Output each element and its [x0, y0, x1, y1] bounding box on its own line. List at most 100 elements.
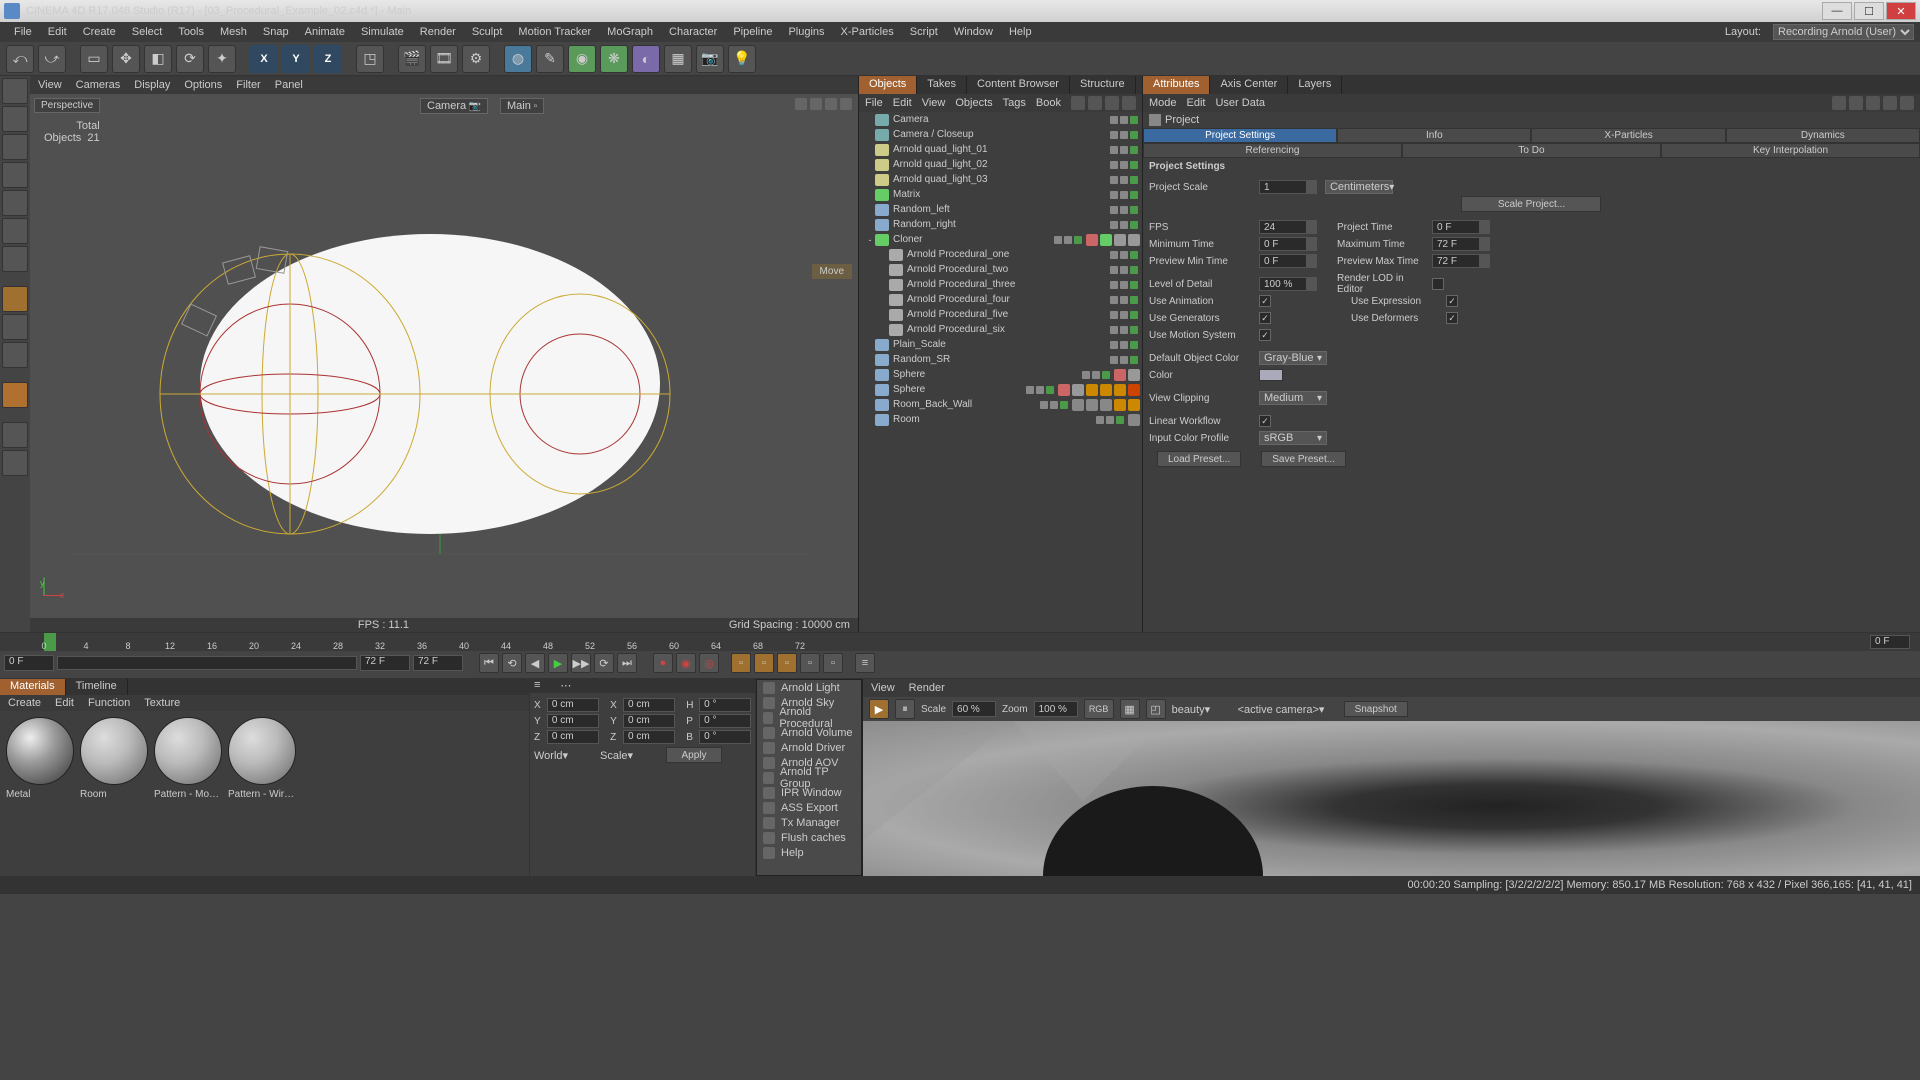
viewport-pan-icon[interactable] [795, 98, 807, 110]
ipr-region-button[interactable]: ◰ [1146, 699, 1166, 719]
mat-tab-timeline[interactable]: Timeline [66, 679, 128, 695]
size-z-input[interactable]: 0 cm [623, 730, 675, 744]
primitive-button[interactable]: ◍ [504, 45, 532, 73]
attr-subtab-referencing[interactable]: Referencing [1143, 143, 1402, 158]
render-settings-button[interactable]: ⚙ [462, 45, 490, 73]
pos-y-input[interactable]: 0 cm [547, 714, 599, 728]
range-end-input[interactable]: 72 F [360, 655, 410, 671]
attr-tab-attributes[interactable]: Attributes [1143, 76, 1210, 94]
ipr-alpha-button[interactable]: ▦ [1120, 699, 1140, 719]
viewport-max-icon[interactable] [840, 98, 852, 110]
move-tool[interactable]: ✥ [112, 45, 140, 73]
menu-edit[interactable]: Edit [40, 26, 75, 38]
pen-button[interactable]: ✎ [536, 45, 564, 73]
key-scale-button[interactable]: ▫ [754, 653, 774, 673]
undo-button[interactable]: ⤺ [6, 45, 34, 73]
snap-toggle[interactable] [2, 342, 28, 368]
pos-z-input[interactable]: 0 cm [547, 730, 599, 744]
timeline-open-button[interactable]: ≡ [855, 653, 875, 673]
generator-button[interactable]: ❋ [600, 45, 628, 73]
min-time-input[interactable]: 0 F [1259, 237, 1307, 251]
select-tool[interactable]: ▭ [80, 45, 108, 73]
object-tree[interactable]: CameraCamera / CloseupArnold quad_light_… [859, 112, 1142, 632]
menu-simulate[interactable]: Simulate [353, 26, 412, 38]
model-mode[interactable] [2, 78, 28, 104]
ctx-tx-manager[interactable]: Tx Manager [757, 815, 861, 830]
nav-back-icon[interactable] [1832, 96, 1846, 110]
ipr-play-button[interactable]: ▶ [869, 699, 889, 719]
attr-menu-edit[interactable]: Edit [1187, 97, 1206, 109]
preview-min-input[interactable]: 0 F [1259, 254, 1307, 268]
obj-menu-objects[interactable]: Objects [955, 97, 992, 109]
attr-tab-layers[interactable]: Layers [1288, 76, 1342, 94]
view-clipping-dropdown[interactable]: Medium▾ [1259, 391, 1327, 405]
object-row[interactable]: Sphere [859, 367, 1142, 382]
close-button[interactable]: ✕ [1886, 2, 1916, 20]
mat-menu-texture[interactable]: Texture [144, 697, 180, 709]
menu-file[interactable]: File [6, 26, 40, 38]
attr-menu-mode[interactable]: Mode [1149, 97, 1177, 109]
obj-menu-edit[interactable]: Edit [893, 97, 912, 109]
last-tool[interactable]: ✦ [208, 45, 236, 73]
workplane-tool[interactable] [2, 382, 28, 408]
attr-subtab-info[interactable]: Info [1337, 128, 1531, 143]
prev-key-button[interactable]: ⟲ [502, 653, 522, 673]
load-preset-button[interactable]: Load Preset... [1157, 451, 1241, 467]
rot-p-input[interactable]: 0 ° [699, 714, 751, 728]
ctx-arnold-driver[interactable]: Arnold Driver [757, 740, 861, 755]
vp-menu-cameras[interactable]: Cameras [76, 79, 121, 91]
key-pla-button[interactable]: ▫ [823, 653, 843, 673]
redo-button[interactable]: ⤻ [38, 45, 66, 73]
material-item[interactable]: Room [80, 717, 150, 870]
keyframe-sel-button[interactable]: ◎ [699, 653, 719, 673]
nav-fwd-icon[interactable] [1849, 96, 1863, 110]
object-row[interactable]: Random_right [859, 217, 1142, 232]
scale-project-button[interactable]: Scale Project... [1461, 196, 1601, 212]
viewport-solo[interactable] [2, 450, 28, 476]
obj-tab-takes[interactable]: Takes [917, 76, 967, 94]
ctx-flush-caches[interactable]: Flush caches [757, 830, 861, 845]
goto-end-button[interactable]: ⏭ [617, 653, 637, 673]
ipr-menu-render[interactable]: Render [909, 682, 945, 694]
menu-tools[interactable]: Tools [170, 26, 212, 38]
ipr-rgb-button[interactable]: RGB [1084, 699, 1114, 719]
object-row[interactable]: Random_left [859, 202, 1142, 217]
vp-menu-display[interactable]: Display [134, 79, 170, 91]
ipr-camera-dropdown[interactable]: <active camera>▾ [1238, 703, 1338, 716]
edge-mode[interactable] [2, 218, 28, 244]
lock-icon[interactable] [1883, 96, 1897, 110]
attr-subtab-x-particles[interactable]: X-Particles [1531, 128, 1725, 143]
viewport-zoom-icon[interactable] [810, 98, 822, 110]
object-mode[interactable] [2, 106, 28, 132]
mat-menu-function[interactable]: Function [88, 697, 130, 709]
ctx-arnold-procedural[interactable]: Arnold Procedural [757, 710, 861, 725]
ipr-zoom-input[interactable]: 100 % [1034, 701, 1078, 717]
object-row[interactable]: Camera / Closeup [859, 127, 1142, 142]
object-row[interactable]: Arnold Procedural_six [859, 322, 1142, 337]
ctx-ass-export[interactable]: ASS Export [757, 800, 861, 815]
object-row[interactable]: Room_Back_Wall [859, 397, 1142, 412]
use-expression-checkbox[interactable] [1446, 295, 1458, 307]
viewport[interactable]: Perspective Total Objects 21 Camera 📷 Ma… [30, 94, 858, 618]
axis-mode[interactable] [2, 286, 28, 312]
use-motion-checkbox[interactable] [1259, 329, 1271, 341]
minimize-button[interactable]: — [1822, 2, 1852, 20]
attr-subtab-key-interpolation[interactable]: Key Interpolation [1661, 143, 1920, 158]
menu-help[interactable]: Help [1001, 26, 1040, 38]
vp-menu-filter[interactable]: Filter [236, 79, 260, 91]
home-icon[interactable] [1122, 96, 1136, 110]
current-frame-field[interactable]: 0 F [1870, 635, 1910, 649]
render-picture-button[interactable]: 🎞 [430, 45, 458, 73]
object-row[interactable]: Sphere [859, 382, 1142, 397]
object-row[interactable]: Room [859, 412, 1142, 427]
workplane-mode[interactable] [2, 162, 28, 188]
environment-button[interactable]: ▦ [664, 45, 692, 73]
point-mode[interactable] [2, 190, 28, 216]
obj-menu-view[interactable]: View [922, 97, 946, 109]
ipr-pause-button[interactable]: ⏸ [895, 699, 915, 719]
soft-select[interactable] [2, 314, 28, 340]
nurbs-button[interactable]: ◉ [568, 45, 596, 73]
rotate-tool[interactable]: ⟳ [176, 45, 204, 73]
ctx-help[interactable]: Help [757, 845, 861, 860]
object-row[interactable]: Arnold Procedural_five [859, 307, 1142, 322]
